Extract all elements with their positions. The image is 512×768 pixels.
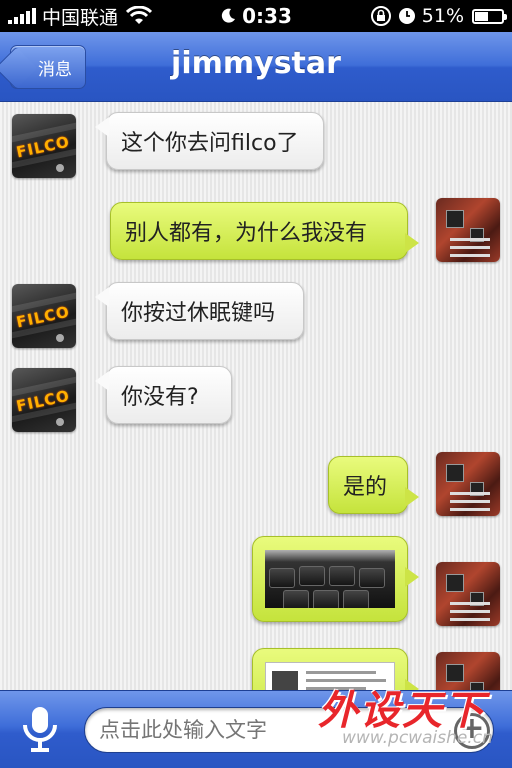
- battery-fill: [475, 11, 489, 21]
- filco-avatar[interactable]: FILCO: [12, 284, 76, 348]
- filco-avatar[interactable]: FILCO: [12, 114, 76, 178]
- clock-time: 0:33: [242, 4, 292, 28]
- message-text: 你按过休眠键吗: [121, 301, 276, 326]
- moon-icon: [221, 8, 236, 23]
- message-bubble[interactable]: 你按过休眠键吗: [95, 282, 304, 340]
- page-title: jimmystar: [171, 46, 341, 81]
- message-text: 你没有?: [121, 385, 199, 410]
- message-bubble[interactable]: 你没有?: [95, 366, 232, 424]
- message-bubble[interactable]: 是的: [328, 456, 419, 514]
- rotation-lock-icon: [370, 6, 391, 26]
- filco-avatar[interactable]: FILCO: [12, 368, 76, 432]
- motherboard-avatar[interactable]: [436, 652, 500, 690]
- battery-icon: [472, 8, 507, 24]
- input-bar: +: [0, 690, 512, 768]
- message-text: 别人都有，为什么我没有: [125, 221, 368, 246]
- status-bar: 中国联通 0:33 51%: [0, 0, 512, 32]
- motherboard-avatar[interactable]: [436, 452, 500, 516]
- status-bar-right: 51%: [370, 5, 507, 27]
- add-attachment-button[interactable]: +: [454, 713, 490, 749]
- message-text: 是的: [343, 475, 388, 500]
- message-input[interactable]: [84, 707, 494, 753]
- motherboard-avatar[interactable]: [436, 198, 500, 262]
- navigation-bar: 消息 jimmystar: [0, 32, 512, 102]
- battery-percent: 51%: [421, 5, 464, 27]
- chat-area[interactable]: FILCO 这个你去问filco了 别人都有，为什么我没有 FILCO 你按过休…: [0, 102, 512, 690]
- image-message-bubble[interactable]: [252, 648, 419, 690]
- microphone-icon[interactable]: [16, 703, 64, 755]
- motherboard-avatar[interactable]: [436, 562, 500, 626]
- message-bubble[interactable]: 别人都有，为什么我没有: [110, 202, 419, 260]
- message-bubble[interactable]: 这个你去问filco了: [95, 112, 324, 170]
- message-text: 这个你去问filco了: [121, 131, 299, 156]
- document-photo: [265, 662, 395, 690]
- alarm-clock-icon: [398, 8, 415, 24]
- keyboard-photo: [265, 550, 395, 608]
- image-message-bubble[interactable]: [252, 536, 419, 622]
